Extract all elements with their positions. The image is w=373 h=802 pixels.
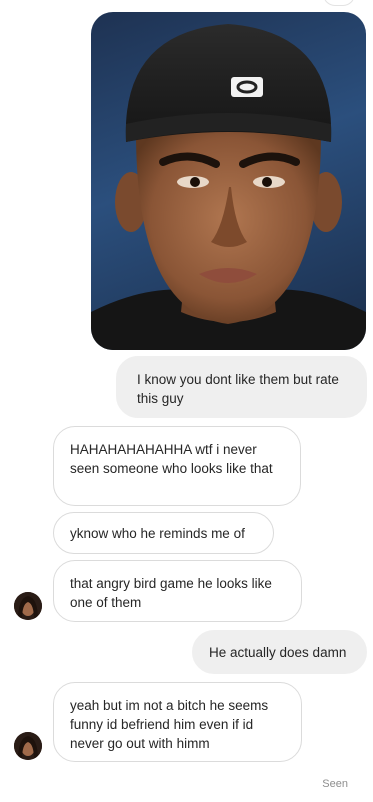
sender-avatar[interactable] <box>14 732 42 760</box>
message-text: yeah but im not a bitch he seems funny i… <box>70 698 269 751</box>
message-incoming[interactable]: that angry bird game he looks like one o… <box>53 560 302 622</box>
message-text: that angry bird game he looks like one o… <box>70 576 272 610</box>
message-text: HAHAHAHAHAHHA wtf i never seen someone w… <box>70 442 273 476</box>
message-text: yknow who he reminds me of <box>70 526 245 541</box>
message-incoming[interactable]: yknow who he reminds me of <box>53 512 274 554</box>
message-incoming[interactable]: HAHAHAHAHAHHA wtf i never seen someone w… <box>53 426 301 506</box>
previous-message-stub <box>323 0 355 6</box>
shared-photo[interactable] <box>91 12 366 350</box>
message-outgoing[interactable]: I know you dont like them but rate this … <box>116 356 367 418</box>
portrait-illustration <box>91 24 366 350</box>
message-incoming[interactable]: yeah but im not a bitch he seems funny i… <box>53 682 302 762</box>
seen-status: Seen <box>322 778 348 790</box>
message-outgoing[interactable]: He actually does damn <box>192 630 367 674</box>
message-text: He actually does damn <box>209 645 347 660</box>
beanie-logo <box>231 77 263 97</box>
message-text: I know you dont like them but rate this … <box>137 372 339 406</box>
sender-avatar[interactable] <box>14 592 42 620</box>
